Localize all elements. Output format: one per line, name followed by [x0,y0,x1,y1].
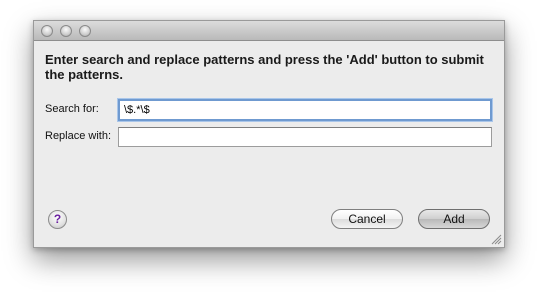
search-replace-dialog: Enter search and replace patterns and pr… [33,20,505,248]
minimize-icon[interactable] [60,25,72,37]
search-label: Search for: [45,103,99,115]
help-icon: ? [53,212,62,226]
replace-input[interactable] [118,127,492,147]
search-input[interactable] [118,99,492,121]
title-bar[interactable] [34,21,504,41]
close-icon[interactable] [41,25,53,37]
screen: Enter search and replace patterns and pr… [0,0,538,295]
resize-grip-icon[interactable] [491,234,502,245]
cancel-button[interactable]: Cancel [331,209,403,229]
instruction-message: Enter search and replace patterns and pr… [45,52,484,82]
replace-label: Replace with: [45,130,112,142]
zoom-icon[interactable] [79,25,91,37]
add-button[interactable]: Add [418,209,490,229]
help-button[interactable]: ? [48,210,67,229]
